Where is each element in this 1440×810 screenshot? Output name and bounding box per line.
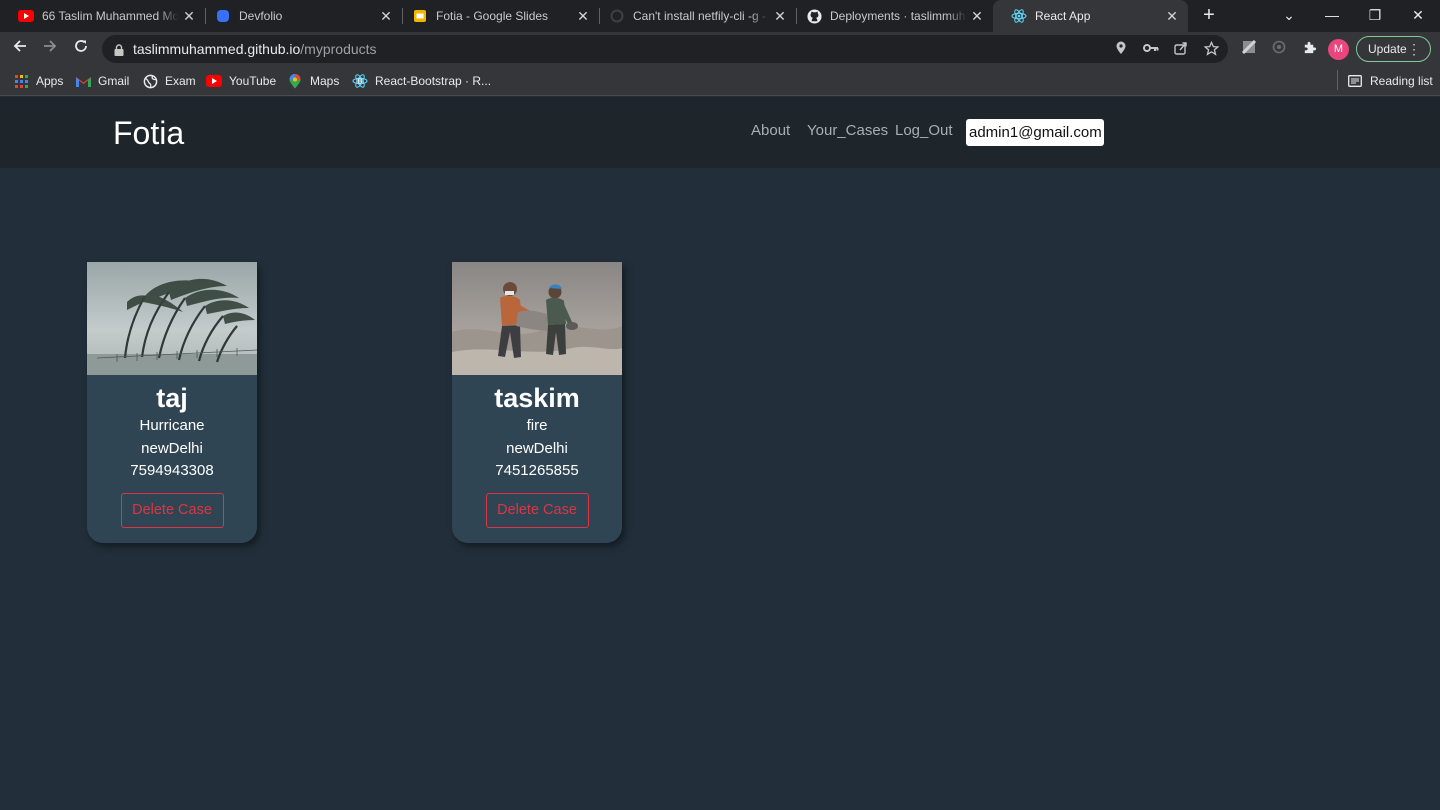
address-bar[interactable]: taslimmuhammed.github.io/myproducts bbox=[102, 35, 1228, 63]
apps-grid-icon bbox=[13, 73, 29, 89]
globe-icon bbox=[142, 73, 158, 89]
close-tab-icon[interactable]: ✕ bbox=[969, 8, 985, 24]
tab-title: React App bbox=[1035, 9, 1091, 23]
youtube-icon bbox=[206, 73, 222, 89]
extensions-puzzle-icon[interactable] bbox=[1300, 40, 1318, 58]
maps-pin-icon bbox=[287, 73, 303, 89]
tab-title: Fotia - Google Slides bbox=[436, 9, 549, 23]
close-tab-icon[interactable]: ✕ bbox=[1164, 8, 1180, 24]
case-phone: 7594943308 bbox=[130, 462, 214, 479]
delete-case-button[interactable]: Delete Case bbox=[120, 492, 224, 528]
reading-list-label: Reading list bbox=[1370, 74, 1433, 88]
url-host: taslimmuhammed.github.io bbox=[133, 41, 301, 57]
share-icon[interactable] bbox=[1173, 41, 1189, 57]
bookmark-exam[interactable]: Exam bbox=[142, 72, 196, 90]
nav-about-link[interactable]: About bbox=[751, 122, 790, 139]
reading-list-icon bbox=[1347, 73, 1363, 89]
gmail-icon bbox=[75, 73, 91, 89]
back-arrow-icon[interactable] bbox=[9, 38, 31, 60]
bookmark-label: Gmail bbox=[98, 74, 130, 88]
update-button[interactable]: Update ⋮ bbox=[1356, 36, 1431, 62]
user-email-badge: admin1@gmail.com bbox=[966, 119, 1104, 146]
tab-title: Deployments · taslimmuhar bbox=[830, 9, 967, 23]
restore-icon[interactable]: ❐ bbox=[1353, 0, 1397, 32]
tab-title: Can't install netfily-cli -g - S bbox=[633, 9, 770, 23]
tab-title: 66 Taslim Muhammed Moo bbox=[42, 9, 179, 23]
close-tab-icon[interactable]: ✕ bbox=[772, 8, 788, 24]
bookmark-label: React-Bootstrap · R... bbox=[375, 74, 492, 88]
tab-devfolio[interactable]: Devfolio ✕ bbox=[197, 0, 403, 32]
extension-circle-icon[interactable] bbox=[1270, 40, 1288, 58]
bookmark-label: Apps bbox=[36, 74, 64, 88]
case-card: taskim fire newDelhi 7451265855 Delete C… bbox=[452, 262, 622, 543]
bookmark-star-icon[interactable] bbox=[1202, 40, 1220, 57]
brand-logo[interactable]: Fotia bbox=[113, 115, 184, 152]
case-card: taj Hurricane newDelhi 7594943308 Delete… bbox=[87, 262, 257, 543]
bookmarks-bar: Apps Gmail Exam YouTube Maps B React-Boo… bbox=[0, 66, 1440, 96]
tab-search-chevron-icon[interactable]: ⌄ bbox=[1267, 0, 1311, 32]
react-bootstrap-icon: B bbox=[352, 73, 368, 89]
browser-tab-strip: 66 Taslim Muhammed Moo ✕ Devfolio ✕ Foti… bbox=[0, 0, 1440, 32]
minimize-icon[interactable]: — bbox=[1310, 0, 1354, 32]
location-pin-icon[interactable] bbox=[1113, 41, 1129, 57]
site-navbar: Fotia About Your_Cases Log_Out admin1@gm… bbox=[0, 97, 1440, 168]
tab-stackoverflow[interactable]: Can't install netfily-cli -g - S ✕ bbox=[591, 0, 797, 32]
bookmark-separator bbox=[1337, 70, 1338, 90]
case-type: Hurricane bbox=[139, 417, 205, 434]
close-window-icon[interactable]: ✕ bbox=[1396, 0, 1440, 32]
youtube-icon bbox=[18, 8, 34, 24]
close-tab-icon[interactable]: ✕ bbox=[378, 8, 394, 24]
nav-your-cases-link[interactable]: Your_Cases bbox=[807, 122, 888, 139]
delete-case-button[interactable]: Delete Case bbox=[485, 492, 589, 528]
bookmark-apps[interactable]: Apps bbox=[13, 72, 63, 90]
bookmark-react-bootstrap[interactable]: B React-Bootstrap · R... bbox=[352, 72, 491, 90]
close-tab-icon[interactable]: ✕ bbox=[181, 8, 197, 24]
bookmark-maps[interactable]: Maps bbox=[287, 72, 339, 90]
bookmark-label: YouTube bbox=[229, 74, 277, 88]
case-image-hurricane bbox=[87, 262, 257, 375]
reload-icon[interactable] bbox=[70, 38, 92, 60]
case-city: newDelhi bbox=[506, 439, 568, 457]
extension-screenshot-icon[interactable] bbox=[1240, 39, 1258, 58]
case-name: taj bbox=[156, 383, 188, 413]
case-city: newDelhi bbox=[141, 439, 203, 457]
bookmark-youtube[interactable]: YouTube bbox=[206, 72, 276, 90]
tab-google-slides[interactable]: Fotia - Google Slides ✕ bbox=[394, 0, 600, 32]
case-phone: 7451265855 bbox=[495, 462, 579, 479]
update-button-label: Update bbox=[1368, 42, 1407, 56]
stackoverflow-icon bbox=[609, 8, 625, 24]
new-tab-plus-icon[interactable]: + bbox=[1199, 5, 1219, 26]
svg-text:B: B bbox=[357, 78, 362, 86]
reading-list-button[interactable]: Reading list bbox=[1347, 72, 1433, 90]
url-text: taslimmuhammed.github.io/myproducts bbox=[133, 41, 377, 57]
case-name: taskim bbox=[494, 383, 580, 413]
bookmark-label: Maps bbox=[310, 74, 340, 88]
devfolio-icon bbox=[215, 8, 231, 24]
more-vertical-icon[interactable]: ⋮ bbox=[1407, 37, 1421, 61]
github-icon bbox=[806, 8, 822, 24]
tab-react-app[interactable]: React App ✕ bbox=[993, 0, 1188, 32]
key-icon[interactable] bbox=[1143, 41, 1159, 57]
tab-github-deployments[interactable]: Deployments · taslimmuhar ✕ bbox=[788, 0, 993, 32]
case-type: fire bbox=[526, 417, 548, 434]
case-image-fire bbox=[452, 262, 622, 375]
bookmark-gmail[interactable]: Gmail bbox=[75, 72, 129, 90]
forward-arrow-icon[interactable] bbox=[39, 38, 61, 60]
bookmark-label: Exam bbox=[165, 74, 196, 88]
url-path: /myproducts bbox=[300, 41, 377, 57]
profile-avatar[interactable]: M bbox=[1328, 39, 1349, 60]
lock-icon[interactable] bbox=[114, 43, 124, 56]
tab-youtube[interactable]: 66 Taslim Muhammed Moo ✕ bbox=[0, 0, 206, 32]
cases-page: taj Hurricane newDelhi 7594943308 Delete… bbox=[0, 168, 1440, 810]
close-tab-icon[interactable]: ✕ bbox=[575, 8, 591, 24]
nav-logout-link[interactable]: Log_Out bbox=[895, 122, 953, 139]
google-slides-icon bbox=[412, 8, 428, 24]
react-icon bbox=[1011, 8, 1027, 24]
browser-toolbar: taslimmuhammed.github.io/myproducts M Up… bbox=[0, 32, 1440, 66]
tab-title: Devfolio bbox=[239, 9, 283, 23]
